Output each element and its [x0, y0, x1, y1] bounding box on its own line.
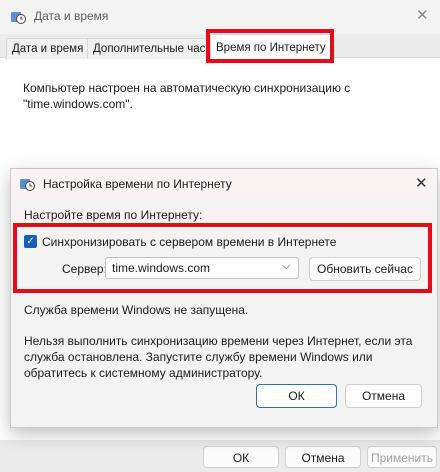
outer-close-icon[interactable]: ✕ [416, 6, 429, 24]
tab-additional-clocks[interactable]: Дополнительные часы [87, 38, 220, 59]
dialog-title-bar: Настройка времени по Интернету ✕ [11, 169, 437, 199]
dialog-heading: Настройте время по Интернету: [24, 208, 203, 222]
clock-globe-icon [11, 12, 26, 24]
sync-checkbox[interactable]: ✓ [24, 235, 37, 248]
outer-cancel-button[interactable]: Отмена [285, 446, 361, 468]
info-text: Нельзя выполнить синхронизацию времени ч… [24, 334, 413, 380]
update-now-button[interactable]: Обновить сейчас [309, 257, 421, 281]
outer-ok-button[interactable]: ОК [203, 446, 279, 468]
status-text: Служба времени Windows не запущена. [24, 303, 249, 317]
tab-date-time[interactable]: Дата и время [6, 38, 90, 59]
server-label: Сервер: [62, 262, 107, 276]
server-value: time.windows.com [112, 261, 211, 275]
server-dropdown[interactable]: time.windows.com ⌵ [105, 257, 299, 279]
dialog-title: Настройка времени по Интернету [43, 177, 232, 191]
sync-checkbox-label[interactable]: Синхронизировать с сервером времени в Ин… [42, 235, 336, 249]
outer-window-title: Дата и время [34, 9, 109, 23]
outer-sync-info: Компьютер настроен на автоматическую син… [23, 81, 351, 111]
outer-apply-button[interactable]: Применить [367, 446, 437, 468]
chevron-down-icon: ⌵ [282, 260, 291, 272]
dialog-close-icon[interactable]: ✕ [415, 174, 428, 192]
dialog-ok-button[interactable]: ОК [256, 384, 337, 408]
clock-globe-icon [20, 179, 35, 191]
tab-highlight [206, 29, 334, 63]
dialog-cancel-button[interactable]: Отмена [345, 384, 422, 408]
